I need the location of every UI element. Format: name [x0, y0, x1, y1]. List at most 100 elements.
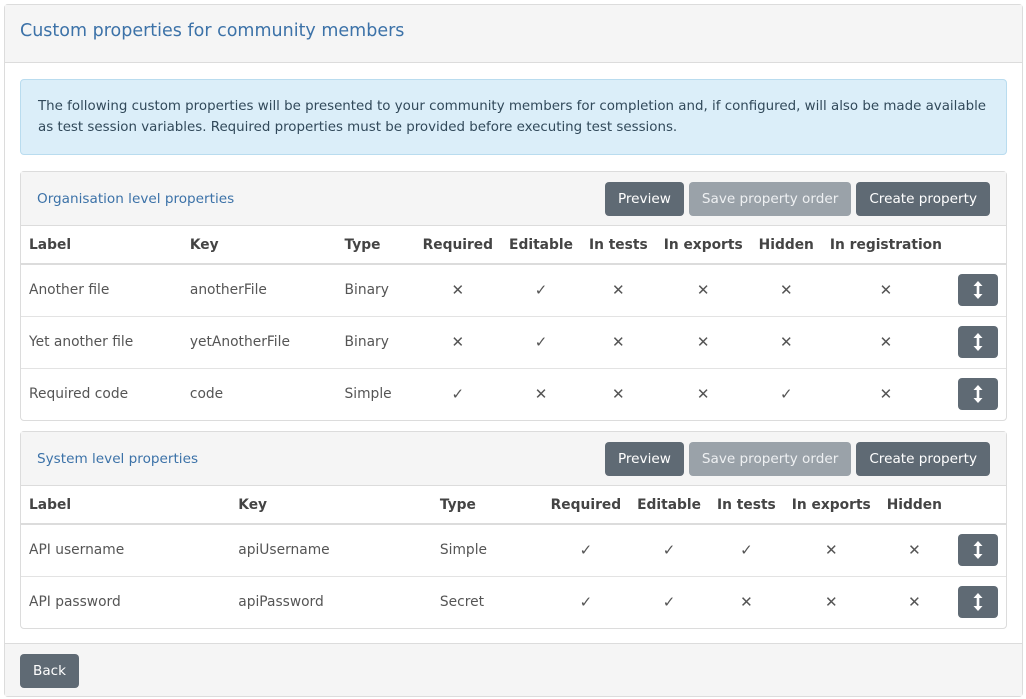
cell-flag: ✓: [542, 575, 630, 628]
back-button[interactable]: Back: [20, 654, 80, 688]
cell-type: Simple: [336, 367, 415, 420]
cell-flag: ✕: [784, 524, 879, 576]
page-body: The following custom properties will be …: [5, 63, 1022, 629]
system-properties-table: Label Key Type Required Editable In test…: [21, 486, 1006, 628]
cross-icon: ✕: [908, 541, 921, 560]
column-header: Type: [336, 226, 415, 265]
cell-flag: ✕: [709, 575, 784, 628]
preview-button[interactable]: Preview: [604, 441, 684, 476]
check-icon: ✓: [662, 593, 676, 612]
cross-icon: ✕: [824, 541, 838, 560]
cell-key: anotherFile: [189, 282, 267, 299]
reorder-button[interactable]: [958, 378, 998, 411]
organisation-properties-panel: Organisation level properties Preview Sa…: [20, 171, 1007, 421]
cell-flag: ✕: [580, 315, 656, 368]
cell-flag: ✕: [783, 575, 879, 628]
column-header: In tests: [580, 226, 656, 265]
cross-icon: ✕: [451, 333, 465, 351]
cell-flag: ✕: [821, 315, 950, 368]
cell-type: Binary: [344, 282, 389, 299]
cell-flag: ✕: [581, 264, 656, 316]
cell-flag: ✕: [414, 315, 502, 368]
cell-actions: [950, 367, 1006, 420]
cell-flag: ✕: [655, 367, 751, 420]
cell-type: Binary: [336, 315, 415, 368]
column-header: In tests: [709, 486, 784, 525]
column-header: Hidden: [878, 486, 950, 525]
cross-icon: ✕: [740, 593, 753, 612]
table-header-row: Label Key Type Required Editable In test…: [21, 486, 1006, 525]
page-header: Custom properties for community members: [5, 5, 1022, 63]
reorder-button[interactable]: [958, 534, 998, 567]
cell-flag: ✕: [879, 524, 950, 576]
cell-label: API password: [21, 575, 231, 628]
column-header: Hidden: [750, 226, 822, 265]
check-icon: ✓: [740, 541, 753, 560]
cell-label: API username: [29, 542, 125, 559]
reorder-button[interactable]: [958, 586, 998, 619]
cell-type: Simple: [439, 542, 488, 559]
cell-flag: ✓: [709, 524, 784, 576]
page-footer: Back: [5, 643, 1022, 696]
cell-flag: ✓: [501, 315, 581, 368]
table-row: API username apiUsername Simple ✓ ✓ ✓ ✕ ✕: [21, 524, 1006, 576]
save-property-order-button[interactable]: Save property order: [688, 441, 852, 476]
cross-icon: ✕: [696, 333, 710, 351]
arrows-vertical-icon: [973, 333, 983, 351]
arrows-vertical-icon: [973, 385, 983, 404]
cell-flag: ✓: [629, 524, 709, 576]
cross-icon: ✕: [879, 385, 893, 404]
check-icon: ✓: [451, 385, 465, 404]
cell-key: apiUsername: [238, 542, 330, 559]
cross-icon: ✕: [612, 385, 625, 404]
create-property-button[interactable]: Create property: [856, 181, 990, 216]
column-header: Required: [542, 486, 630, 525]
reorder-button[interactable]: [958, 326, 998, 358]
cell-flag: ✕: [501, 367, 581, 420]
cell-flag: ✓: [543, 524, 629, 576]
cell-actions: [950, 524, 1006, 576]
check-icon: ✓: [779, 385, 793, 404]
cell-type: Secret: [431, 575, 543, 628]
organisation-panel-actions: Preview Save property order Create prope…: [604, 181, 990, 216]
arrows-vertical-icon: [973, 281, 983, 300]
cell-label: Required code: [21, 367, 182, 420]
cell-flag: ✕: [656, 264, 751, 316]
cell-actions: [950, 575, 1006, 628]
cross-icon: ✕: [779, 333, 793, 351]
cell-flag: ✓: [414, 367, 502, 420]
column-header: In registration: [821, 226, 950, 265]
cross-icon: ✕: [451, 281, 465, 300]
cell-flag: ✕: [821, 367, 950, 420]
cell-actions: [950, 264, 1006, 316]
reorder-button[interactable]: [958, 274, 998, 307]
system-panel-heading: System level properties Preview Save pro…: [21, 432, 1006, 486]
cross-icon: ✕: [824, 593, 838, 612]
create-property-button[interactable]: Create property: [856, 441, 990, 476]
column-header: Editable: [501, 226, 581, 265]
cell-flag: ✓: [501, 264, 581, 316]
cross-icon: ✕: [612, 281, 625, 300]
column-header: Editable: [629, 486, 710, 525]
cross-icon: ✕: [534, 385, 548, 404]
cell-flag: ✕: [750, 315, 822, 368]
column-header: In exports: [783, 486, 879, 525]
organisation-panel-heading: Organisation level properties Preview Sa…: [21, 172, 1006, 226]
check-icon: ✓: [534, 333, 548, 351]
page-card: Custom properties for community members …: [4, 4, 1023, 697]
preview-button[interactable]: Preview: [604, 181, 684, 216]
info-alert: The following custom properties will be …: [20, 79, 1007, 155]
cell-label: Another file: [29, 282, 110, 299]
cell-flag: ✕: [580, 367, 656, 420]
cell-label: Yet another file: [21, 315, 182, 368]
cell-key: code: [181, 367, 337, 420]
cell-flag: ✕: [822, 264, 950, 316]
check-icon: ✓: [534, 281, 548, 300]
column-header: Label: [21, 486, 231, 525]
system-properties-panel: System level properties Preview Save pro…: [20, 431, 1007, 629]
check-icon: ✓: [579, 541, 593, 560]
cross-icon: ✕: [696, 281, 710, 300]
table-header-row: Label Key Type Required Editable In test…: [21, 226, 1006, 265]
cross-icon: ✕: [612, 333, 625, 351]
save-property-order-button[interactable]: Save property order: [688, 181, 852, 216]
